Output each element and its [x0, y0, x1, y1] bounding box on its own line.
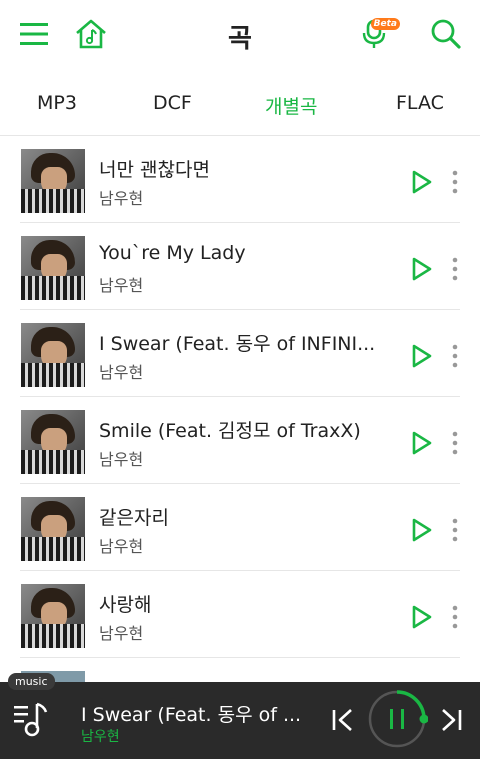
more-icon[interactable]	[448, 604, 462, 630]
mini-player[interactable]: I Swear (Feat. 동우 of ... 남우현	[0, 682, 480, 759]
song-row[interactable]: You`re My Lady 남우현	[20, 224, 460, 310]
voice-search-icon[interactable]: Beta	[358, 16, 400, 52]
play-icon[interactable]	[408, 604, 434, 630]
song-row-partial[interactable]	[20, 671, 460, 682]
tab-flac[interactable]: FLAC	[396, 92, 444, 114]
album-art	[21, 584, 85, 648]
music-tag: music	[8, 673, 55, 690]
album-art	[21, 149, 85, 213]
tab-individual-songs[interactable]: 개별곡	[265, 92, 317, 119]
next-icon[interactable]	[438, 706, 464, 734]
more-icon[interactable]	[448, 169, 462, 195]
playlist-icon[interactable]	[10, 698, 54, 742]
album-art	[21, 410, 85, 474]
play-icon[interactable]	[408, 169, 434, 195]
page-title: 곡	[228, 24, 252, 54]
song-artist: 남우현	[99, 537, 144, 556]
play-icon[interactable]	[408, 256, 434, 282]
now-playing-artist: 남우현	[81, 729, 120, 745]
song-artist: 남우현	[99, 189, 144, 208]
top-bar: 곡 Beta	[0, 0, 480, 70]
song-artist: 남우현	[99, 363, 144, 382]
song-title: I Swear (Feat. 동우 of INFINI...	[99, 333, 376, 355]
more-icon[interactable]	[448, 517, 462, 543]
pause-icon[interactable]	[366, 688, 428, 750]
song-artist: 남우현	[99, 276, 144, 295]
prev-icon[interactable]	[330, 706, 356, 734]
tab-mp3[interactable]: MP3	[37, 92, 77, 114]
play-icon[interactable]	[408, 430, 434, 456]
song-title: 너만 괜찮다면	[99, 159, 210, 181]
song-artist: 남우현	[99, 624, 144, 643]
beta-badge: Beta	[370, 18, 400, 30]
song-row[interactable]: 같은자리 남우현	[20, 485, 460, 571]
play-icon[interactable]	[408, 517, 434, 543]
tab-dcf[interactable]: DCF	[153, 92, 192, 114]
more-icon[interactable]	[448, 430, 462, 456]
search-icon[interactable]	[428, 16, 464, 52]
song-title: You`re My Lady	[99, 242, 246, 264]
song-row[interactable]: 사랑해 남우현	[20, 572, 460, 658]
now-playing-title[interactable]: I Swear (Feat. 동우 of ...	[81, 700, 321, 727]
more-icon[interactable]	[448, 256, 462, 282]
song-row[interactable]: Smile (Feat. 김정모 of TraxX) 남우현	[20, 398, 460, 484]
song-title: Smile (Feat. 김정모 of TraxX)	[99, 420, 361, 442]
song-title: 사랑해	[99, 594, 152, 616]
song-artist: 남우현	[99, 450, 144, 469]
song-list[interactable]: 너만 괜찮다면 남우현 You`re My Lady 남우현 I Swear (…	[0, 137, 480, 682]
song-row[interactable]: 너만 괜찮다면 남우현	[20, 137, 460, 223]
song-row[interactable]: I Swear (Feat. 동우 of INFINI... 남우현	[20, 311, 460, 397]
category-tabs: MP3 DCF 개별곡 FLAC	[0, 70, 480, 136]
album-art	[21, 497, 85, 561]
album-art	[21, 323, 85, 387]
play-icon[interactable]	[408, 343, 434, 369]
more-icon[interactable]	[448, 343, 462, 369]
album-art	[21, 236, 85, 300]
song-title: 같은자리	[99, 507, 169, 529]
